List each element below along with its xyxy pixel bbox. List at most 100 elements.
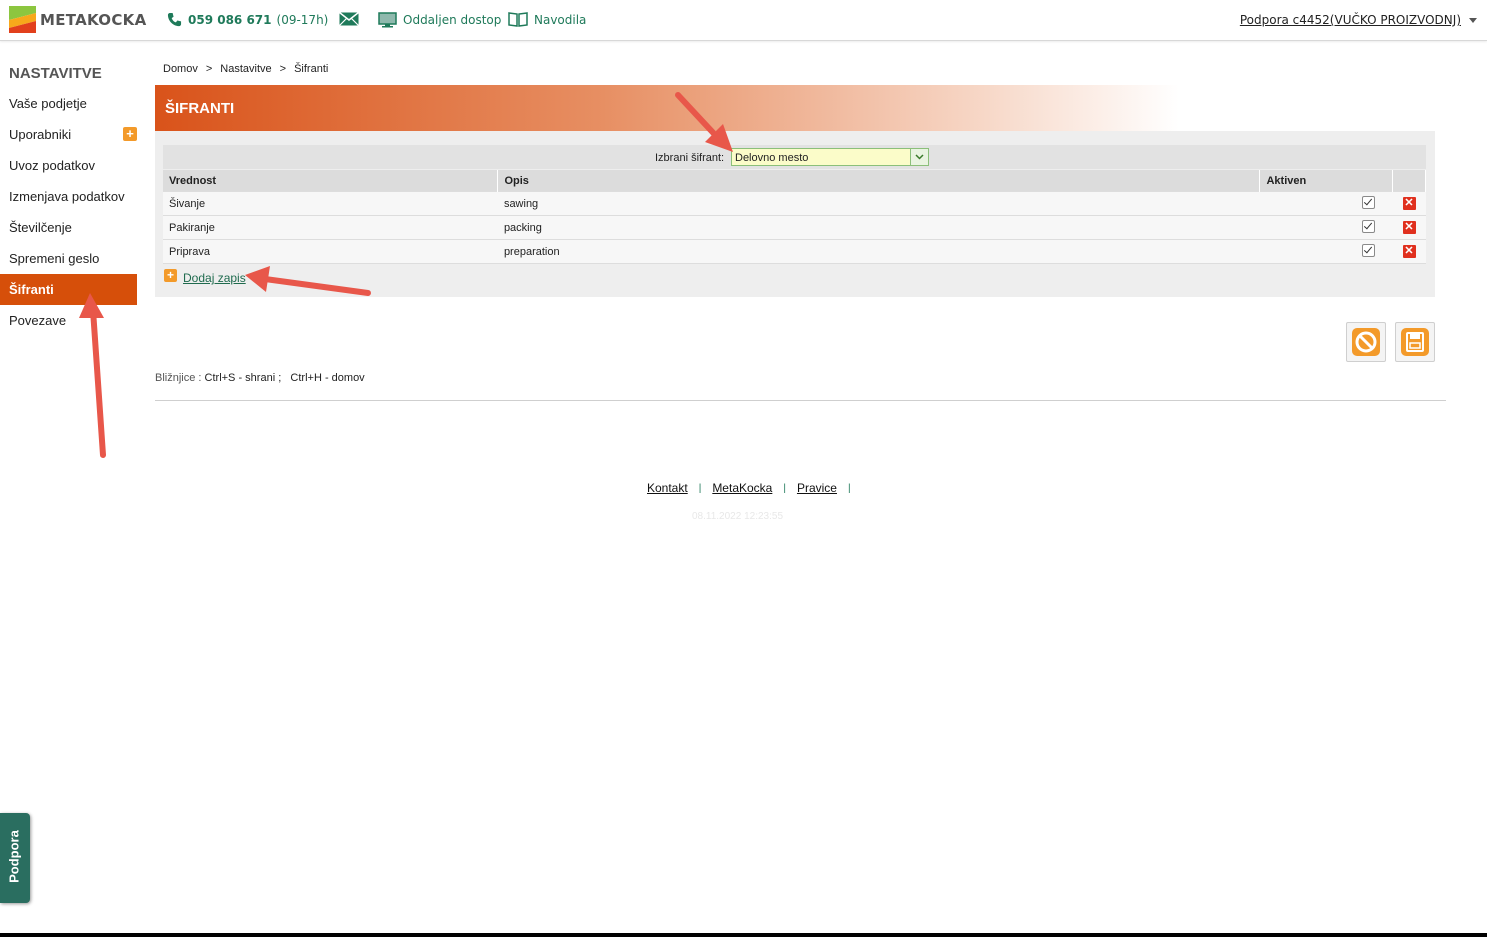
- shortcuts-value: Ctrl+S - shrani ; Ctrl+H - domov: [204, 372, 365, 384]
- codelist-selector-row: Izbrani šifrant: Delovno mesto: [163, 145, 1426, 169]
- chevron-down-icon[interactable]: [910, 149, 928, 165]
- footer-link-metakocka[interactable]: MetaKocka: [712, 481, 772, 495]
- chevron-down-icon: [1469, 17, 1477, 23]
- codelist-select-value: Delovno mesto: [735, 152, 809, 164]
- sidebar-item-label: Spremeni geslo: [9, 251, 100, 266]
- cell-value[interactable]: Šivanje: [163, 191, 498, 216]
- user-menu[interactable]: Podpora c4452(VUČKO PROIZVODNJ): [1240, 13, 1477, 27]
- footer-separator: |: [783, 482, 786, 494]
- footer-separator: |: [698, 482, 702, 494]
- mail-icon: [339, 12, 359, 26]
- codelist-panel: Izbrani šifrant: Delovno mesto Vrednost …: [155, 131, 1435, 297]
- cell-active: [1259, 239, 1393, 264]
- breadcrumb-separator: >: [279, 63, 287, 75]
- window-bottom-edge: [0, 933, 1487, 937]
- cell-actions: ✕: [1392, 191, 1426, 216]
- manual-link[interactable]: Navodila: [508, 12, 586, 27]
- footer-link-rights[interactable]: Pravice: [797, 481, 837, 495]
- logo-icon: [9, 6, 36, 33]
- email-button[interactable]: [339, 12, 365, 26]
- footer-timestamp: 08.11.2022 12:23:55: [692, 511, 784, 522]
- sidebar-item-label: Šifranti: [9, 282, 54, 297]
- phone-icon: [167, 12, 182, 27]
- breadcrumb: Domov > Nastavitve > Šifranti: [163, 63, 328, 75]
- sidebar-item-import[interactable]: Uvoz podatkov: [0, 150, 137, 181]
- sidebar-item-label: Uvoz podatkov: [9, 158, 95, 173]
- page-banner: ŠIFRANTI: [155, 85, 1435, 131]
- table-header-row: Vrednost Opis Aktiven: [163, 170, 1426, 192]
- breadcrumb-current: Šifranti: [294, 63, 329, 75]
- sidebar-item-exchange[interactable]: Izmenjava podatkov: [0, 181, 137, 212]
- delete-icon[interactable]: ✕: [1402, 245, 1416, 258]
- support-tab-label: Podpora: [6, 830, 22, 883]
- logo-text: METAKOCKA: [40, 10, 147, 29]
- book-icon: [508, 12, 528, 27]
- cell-description[interactable]: packing: [497, 215, 1260, 240]
- manual-label: Navodila: [534, 12, 587, 27]
- codelist-select[interactable]: Delovno mesto: [731, 148, 929, 166]
- cell-actions: ✕: [1392, 215, 1426, 240]
- user-name: Podpora c4452(VUČKO PROIZVODNJ): [1239, 13, 1461, 27]
- add-user-plus-icon[interactable]: +: [123, 127, 137, 141]
- keyboard-shortcuts: Bližnjice : Ctrl+S - shrani ; Ctrl+H - d…: [155, 372, 365, 384]
- sidebar-item-label: Vaše podjetje: [9, 96, 87, 111]
- delete-icon[interactable]: ✕: [1402, 197, 1416, 210]
- sidebar-item-label: Povezave: [9, 313, 67, 328]
- phone-number: 059 086 671: [188, 12, 272, 27]
- support-tab[interactable]: Podpora: [0, 813, 30, 903]
- save-button[interactable]: [1395, 322, 1435, 362]
- column-header-value[interactable]: Vrednost: [163, 170, 499, 192]
- cell-actions: ✕: [1392, 239, 1426, 264]
- table-row: Priprava preparation ✕: [163, 239, 1426, 264]
- sidebar-item-numbering[interactable]: Številčenje: [0, 212, 137, 243]
- delete-icon[interactable]: ✕: [1402, 221, 1416, 234]
- footer-separator: |: [847, 482, 851, 494]
- page-title: ŠIFRANTI: [165, 100, 235, 117]
- cell-description[interactable]: sawing: [497, 191, 1260, 216]
- sidebar-item-change-password[interactable]: Spremeni geslo: [0, 243, 137, 274]
- sidebar-item-codelists[interactable]: Šifranti: [0, 274, 137, 305]
- top-bar: METAKOCKA 059 086 671 (09-17h) Oddaljen …: [0, 0, 1487, 41]
- sidebar-title: NASTAVITVE: [9, 65, 102, 82]
- footer-link-contact[interactable]: Kontakt: [647, 481, 688, 495]
- codelist-table: Vrednost Opis Aktiven Šivanje sawing ✕ P…: [163, 170, 1426, 264]
- remote-access-link[interactable]: Oddaljen dostop: [378, 12, 501, 28]
- save-icon: [1401, 328, 1429, 356]
- cancel-button[interactable]: [1346, 322, 1386, 362]
- breadcrumb-settings[interactable]: Nastavitve: [220, 63, 271, 75]
- table-row: Pakiranje packing ✕: [163, 215, 1426, 240]
- breadcrumb-separator: >: [205, 63, 213, 75]
- cell-description[interactable]: preparation: [497, 239, 1260, 264]
- sidebar-item-label: Uporabniki: [9, 127, 72, 142]
- breadcrumb-home[interactable]: Domov: [163, 63, 198, 75]
- shortcuts-label: Bližnjice :: [155, 372, 202, 384]
- sidebar-item-label: Številčenje: [9, 220, 72, 235]
- phone-hours: (09-17h): [276, 12, 329, 27]
- plus-icon[interactable]: +: [164, 268, 177, 282]
- active-checkbox[interactable]: [1361, 219, 1375, 233]
- add-record-row[interactable]: + Dodaj zapis: [164, 265, 246, 285]
- sidebar-item-connections[interactable]: Povezave: [0, 305, 137, 336]
- codelist-selector-label: Izbrani šifrant:: [655, 152, 725, 164]
- sidebar: NASTAVITVE Vaše podjetje Uporabniki + Uv…: [0, 60, 137, 336]
- logo[interactable]: METAKOCKA: [9, 6, 147, 33]
- remote-access-label: Oddaljen dostop: [403, 13, 502, 27]
- footer-links: Kontakt | MetaKocka | Pravice |: [647, 481, 862, 495]
- cancel-icon: [1352, 328, 1380, 356]
- active-checkbox[interactable]: [1361, 243, 1375, 257]
- cell-value[interactable]: Priprava: [163, 239, 498, 264]
- active-checkbox[interactable]: [1361, 195, 1375, 209]
- sidebar-item-users[interactable]: Uporabniki +: [0, 119, 137, 150]
- sidebar-item-company[interactable]: Vaše podjetje: [0, 88, 137, 119]
- cell-value[interactable]: Pakiranje: [163, 215, 498, 240]
- column-header-description[interactable]: Opis: [497, 170, 1261, 192]
- divider: [155, 400, 1446, 401]
- phone-contact[interactable]: 059 086 671 (09-17h): [167, 12, 328, 27]
- monitor-icon: [378, 12, 397, 28]
- table-row: Šivanje sawing ✕: [163, 191, 1426, 216]
- cell-active: [1259, 215, 1393, 240]
- column-header-active[interactable]: Aktiven: [1259, 170, 1394, 192]
- column-header-actions: [1392, 170, 1426, 192]
- add-record-link[interactable]: Dodaj zapis: [183, 271, 246, 285]
- cell-active: [1259, 191, 1393, 216]
